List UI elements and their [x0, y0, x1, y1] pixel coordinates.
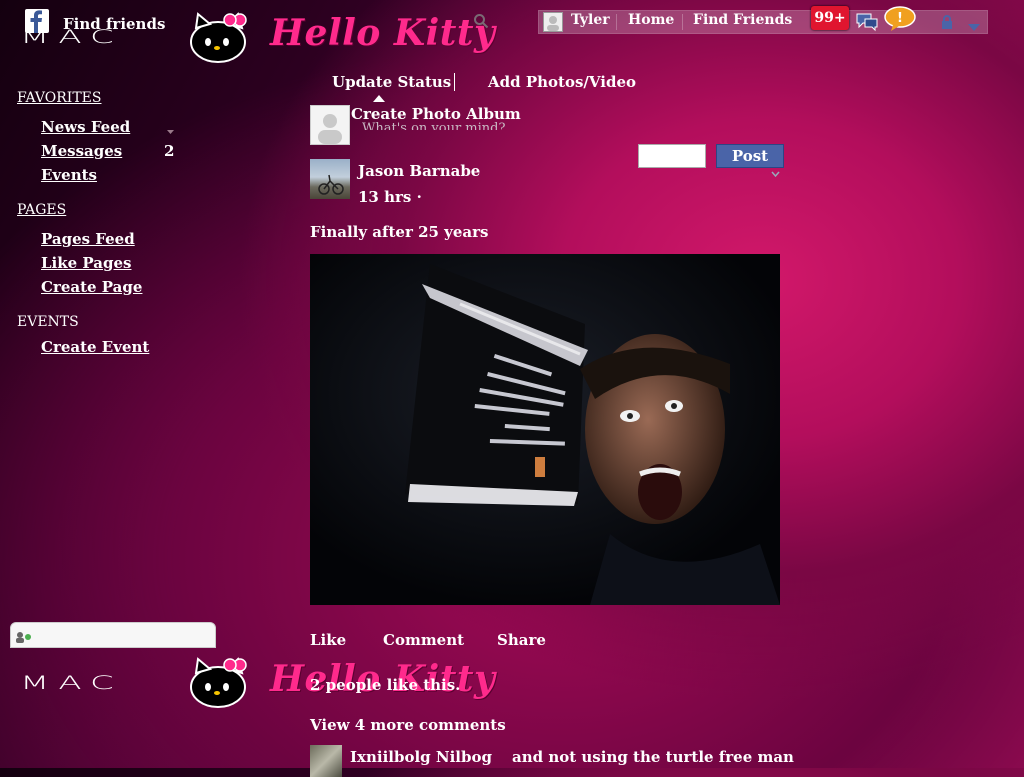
friend-requests-badge[interactable]: 99+: [811, 6, 849, 30]
post-photo[interactable]: [310, 254, 780, 605]
svg-text:!: !: [897, 11, 903, 26]
news-feed-options-icon[interactable]: [166, 121, 175, 140]
mac-logo-footer: MAC: [20, 672, 123, 694]
comment-avatar[interactable]: [310, 745, 342, 777]
user-avatar[interactable]: [543, 12, 563, 32]
search-icon[interactable]: [473, 13, 489, 33]
post-button-chevron-icon[interactable]: [771, 163, 780, 182]
view-more-comments-link[interactable]: View 4 more comments: [310, 716, 506, 734]
profile-link[interactable]: Tyler: [571, 12, 610, 28]
hello-kitty-logo-footer: [188, 653, 254, 709]
home-link[interactable]: Home: [628, 12, 674, 28]
sidebar-item-messages[interactable]: Messages: [41, 142, 122, 160]
audience-selector[interactable]: [638, 144, 706, 168]
status-input[interactable]: What's on your mind?: [362, 120, 632, 130]
mac-logo: MAC: [20, 26, 123, 48]
sidebar-item-create-event[interactable]: Create Event: [41, 338, 149, 356]
events-header: EVENTS: [17, 314, 79, 330]
comment-author[interactable]: Ixniilbolg Nilbog: [350, 748, 492, 766]
tab-add-photos-video[interactable]: Add Photos/Video: [488, 73, 636, 91]
account-dropdown-icon[interactable]: [967, 17, 981, 36]
find-friends-nav-link[interactable]: Find Friends: [693, 12, 792, 28]
messages-icon[interactable]: [855, 11, 879, 37]
top-navigation-bar: Tyler Home Find Friends !: [538, 6, 988, 37]
active-tab-indicator: [373, 87, 385, 106]
favorites-header: FAVORITES: [17, 90, 102, 106]
privacy-lock-icon[interactable]: [939, 14, 955, 34]
likes-summary[interactable]: 2 people like this.: [310, 676, 460, 694]
sidebar-item-news-feed[interactable]: News Feed: [41, 118, 130, 136]
messages-count: 2: [164, 142, 175, 160]
sidebar-item-pages-feed[interactable]: Pages Feed: [41, 230, 135, 248]
comment-text: and not using the turtle free man: [512, 748, 794, 766]
sidebar-item-events[interactable]: Events: [41, 166, 97, 184]
post-author-avatar[interactable]: [310, 159, 350, 199]
sidebar-item-create-page[interactable]: Create Page: [41, 278, 142, 296]
post-author-name[interactable]: Jason Barnabe: [358, 162, 480, 180]
tab-separator: [454, 73, 455, 91]
pages-header[interactable]: PAGES: [17, 202, 66, 218]
post-timestamp[interactable]: 13 hrs ·: [358, 188, 422, 206]
chat-bar[interactable]: [10, 622, 216, 648]
share-action[interactable]: Share: [497, 631, 546, 649]
tab-update-status[interactable]: Update Status: [332, 73, 451, 91]
notifications-icon[interactable]: !: [883, 6, 917, 36]
hello-kitty-wordmark: Hello Kitty: [270, 12, 496, 54]
comment-action[interactable]: Comment: [383, 631, 464, 649]
nav-separator: [682, 14, 683, 30]
post-text: Finally after 25 years: [310, 223, 489, 241]
like-action[interactable]: Like: [310, 631, 346, 649]
sidebar-item-like-pages[interactable]: Like Pages: [41, 254, 131, 272]
composer-avatar: [310, 105, 350, 145]
chat-user-icon[interactable]: [16, 628, 34, 647]
hello-kitty-logo: [188, 8, 254, 64]
nav-separator: [616, 14, 617, 30]
